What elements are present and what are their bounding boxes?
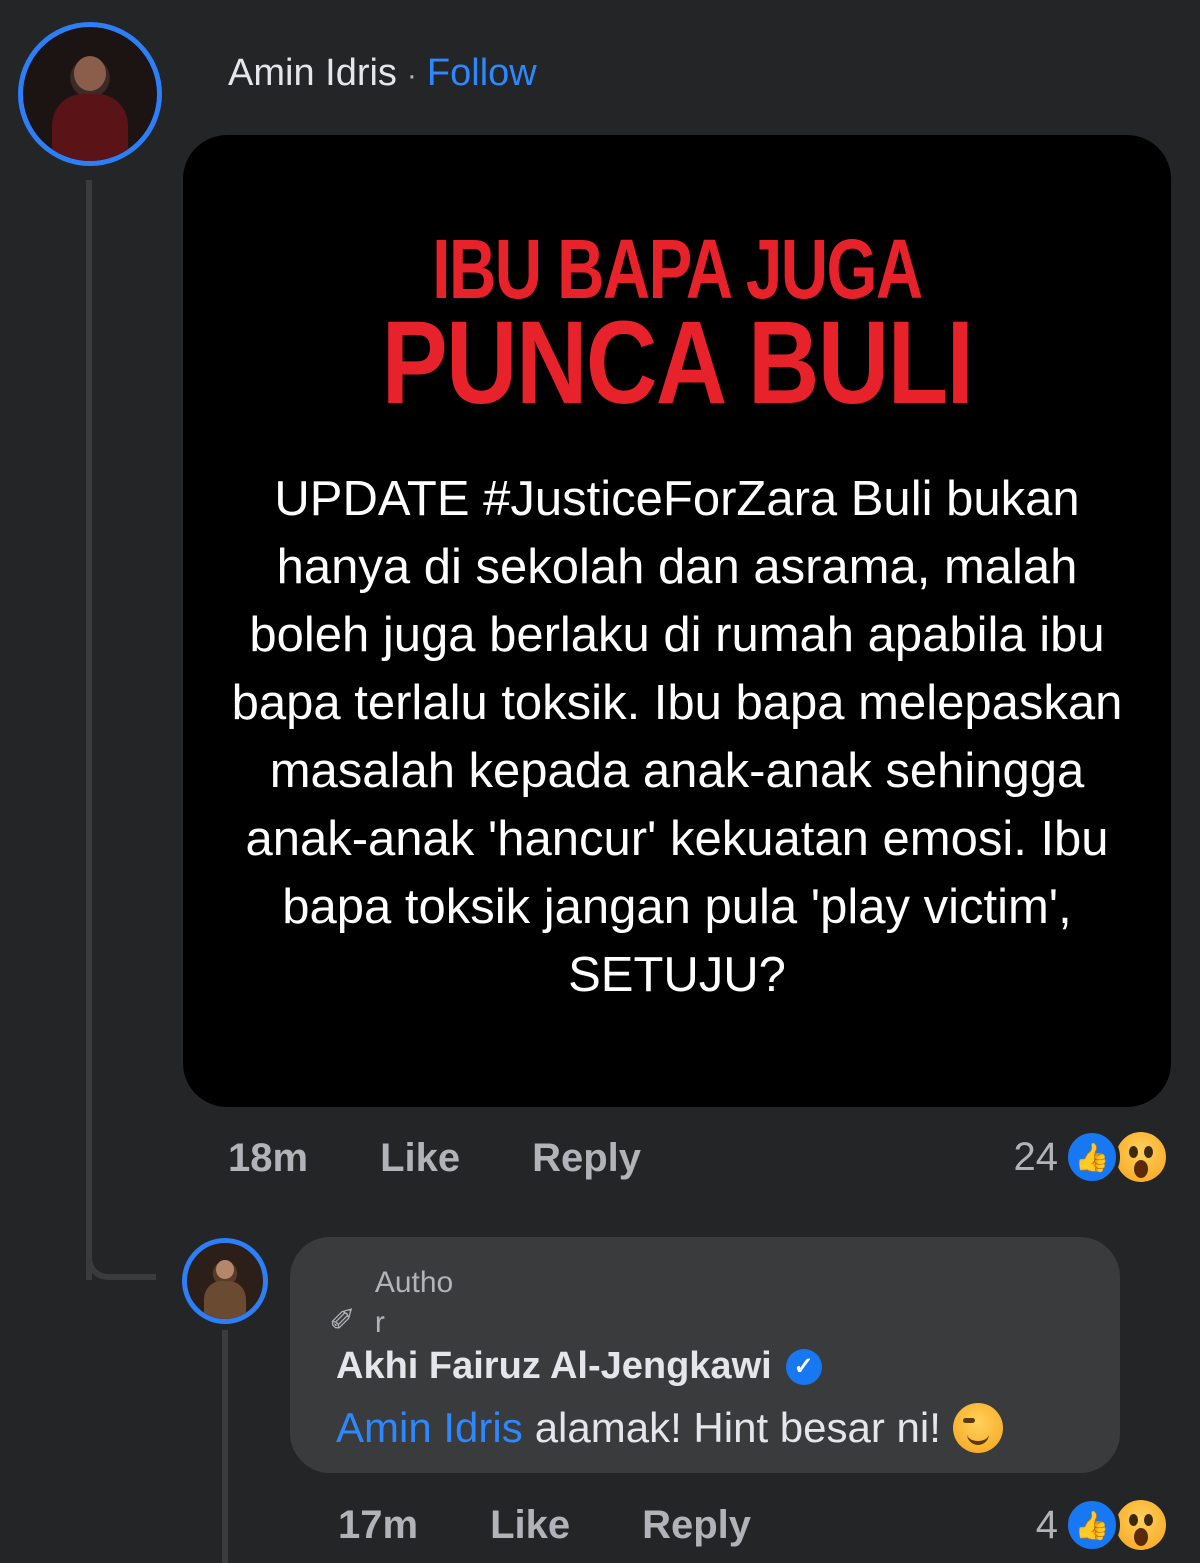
headline-line-2: PUNCA BULI — [381, 297, 974, 429]
reply-like-button[interactable]: Like — [490, 1503, 570, 1548]
smirk-emoji-icon — [952, 1403, 1003, 1453]
thread-connector — [86, 1200, 156, 1280]
reaction-count: 24 — [1013, 1134, 1059, 1179]
avatar-figure — [52, 94, 128, 161]
reply-text: Amin Idris alamak! Hint besar ni! — [336, 1403, 1003, 1453]
reply-message: alamak! Hint besar ni! — [534, 1404, 941, 1451]
reaction-summary[interactable]: 24 👍 — [1013, 1128, 1170, 1186]
reply-reaction-count: 4 — [1035, 1502, 1058, 1547]
pencil-icon: ✎ — [325, 1304, 362, 1332]
like-button[interactable]: Like — [380, 1136, 460, 1181]
author-name[interactable]: Amin Idris — [228, 52, 397, 95]
author-badge-label: Autho r — [374, 1266, 454, 1339]
author-badge: ✎ Autho r — [325, 1263, 465, 1343]
reply-button[interactable]: Reply — [532, 1136, 641, 1181]
reply-avatar[interactable] — [182, 1238, 268, 1324]
reply-actions: 17m Like Reply — [338, 1503, 823, 1548]
reply-bubble: ✎ Autho r Akhi Fairuz Al-Jengkawi ✓ Amin … — [290, 1237, 1120, 1473]
avatar-face — [73, 56, 107, 92]
comment-actions: 18m Like Reply — [228, 1136, 713, 1181]
avatar[interactable] — [18, 22, 162, 166]
avatar-face — [215, 1259, 235, 1280]
reply-reply-button[interactable]: Reply — [642, 1503, 751, 1548]
verified-icon: ✓ — [785, 1348, 822, 1385]
avatar-figure — [203, 1281, 247, 1319]
wow-icon — [1112, 1496, 1170, 1554]
separator: · — [406, 59, 417, 92]
reply-timestamp[interactable]: 17m — [338, 1503, 418, 1548]
post-body-text: UPDATE #JusticeForZara Buli bukan hanya … — [231, 472, 1123, 1002]
reply-reaction-summary[interactable]: 4 👍 — [1036, 1496, 1170, 1554]
reply-author-row: Akhi Fairuz Al-Jengkawi ✓ — [336, 1345, 822, 1388]
post-image[interactable]: IBU BAPA JUGA PUNCA BULI UPDATE #Justice… — [183, 135, 1171, 1107]
reply-thread-line — [222, 1330, 228, 1563]
wow-icon — [1112, 1128, 1170, 1186]
mention-link[interactable]: Amin Idris — [336, 1404, 523, 1452]
comment-header: Amin Idris · Follow — [228, 52, 537, 95]
comment-timestamp[interactable]: 18m — [228, 1136, 308, 1181]
thread-line — [86, 180, 92, 1280]
like-icon: 👍 — [1064, 1497, 1120, 1553]
like-icon: 👍 — [1064, 1129, 1120, 1185]
reply-author-name[interactable]: Akhi Fairuz Al-Jengkawi — [336, 1345, 772, 1388]
follow-button[interactable]: Follow — [427, 52, 537, 95]
